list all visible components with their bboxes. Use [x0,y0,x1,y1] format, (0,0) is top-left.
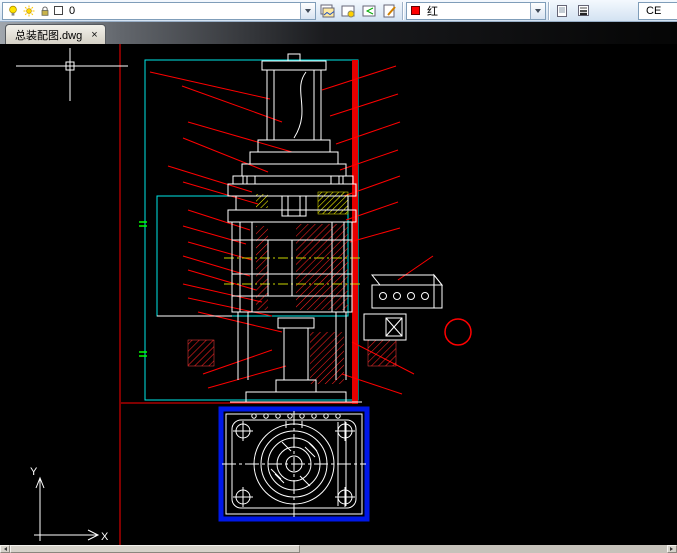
horizontal-scrollbar[interactable] [0,545,677,553]
current-color-swatch [411,6,420,15]
scroll-right-button[interactable] [667,545,677,553]
document-tab-bar: 总装配图.dwg × [0,22,677,44]
drawing-canvas[interactable]: Y X [0,44,677,545]
layers-properties-toolbar: 0 红 CE [0,0,677,22]
layer-properties-manager-button[interactable] [316,1,337,21]
toolbar-separator [548,1,550,20]
lineweight-settings-button[interactable] [573,1,594,21]
scroll-left-icon [2,547,7,551]
crosshair-cursor [16,48,128,101]
ucs-x-label: X [101,531,109,543]
linetype-combo[interactable]: CE [638,1,677,20]
tab-close-icon[interactable]: × [91,29,97,40]
scroll-left-button[interactable] [0,545,10,553]
scrollbar-thumb[interactable] [10,545,300,553]
scroll-right-icon [670,547,675,551]
cad-application-window: 0 红 CE 总装配图.dwg × Y X [0,0,677,553]
green-marks [139,221,147,357]
layer-combo-dropdown-arrow[interactable] [300,2,315,19]
layer-color-swatch [54,6,63,15]
ucs-y-label: Y [30,466,38,478]
ucs-icon [34,476,100,541]
color-combo-dropdown-arrow[interactable] [530,2,545,19]
linetype-manager-button[interactable] [552,1,573,21]
scrollbar-track[interactable] [300,545,667,553]
current-color-name: 红 [427,5,438,18]
layer-translate-button[interactable] [379,1,400,21]
layer-freeze-sun-icon[interactable] [22,4,35,17]
layer-combo[interactable]: 0 [2,1,316,20]
make-object-layer-current-button[interactable] [337,1,358,21]
plan-view [218,406,370,522]
red-circle-marker [444,318,472,346]
tab-assembly-drawing[interactable]: 总装配图.dwg × [5,24,106,44]
color-combo[interactable]: 红 [406,1,546,20]
assembly-drawing: Y X [16,44,472,545]
toolbar-separator [402,1,404,20]
red-revision-bar [352,60,358,404]
layer-lock-icon[interactable] [38,4,51,17]
tab-label: 总装配图.dwg [15,29,83,42]
layer-on-bulb-icon[interactable] [6,4,19,17]
side-part-view [363,273,444,341]
layer-name: 0 [69,4,76,17]
layer-previous-button[interactable] [358,1,379,21]
current-linetype-name: CE [646,4,662,17]
